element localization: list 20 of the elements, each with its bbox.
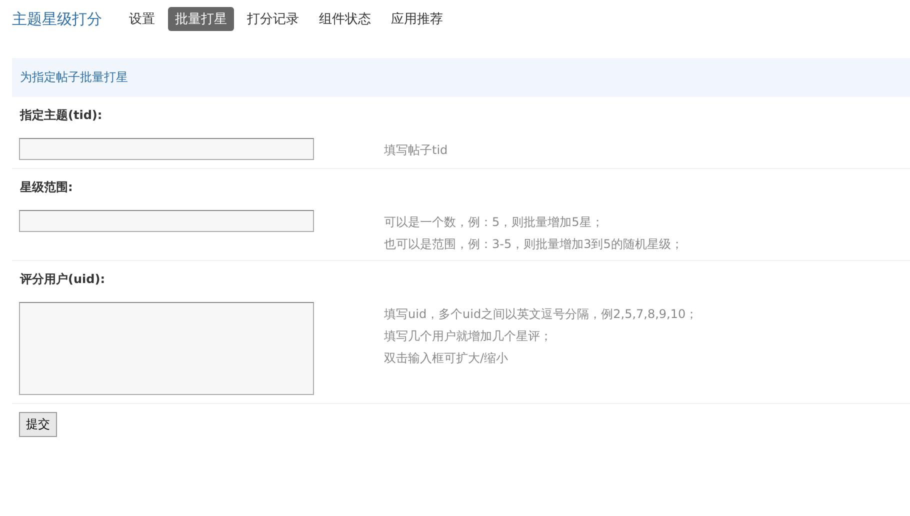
hint-text: 可以是一个数，例：5，则批量增加5星； [384, 214, 604, 230]
hint-text: 双击输入框可扩大/缩小 [384, 350, 510, 366]
input-field[interactable] [19, 302, 314, 395]
tab[interactable]: 组件状态 [312, 7, 378, 31]
field-label: 指定主题(tid): [20, 108, 102, 122]
submit-button[interactable]: 提交 [19, 412, 57, 437]
field-label: 评分用户(uid): [20, 272, 106, 286]
field-label: 星级范围: [20, 180, 73, 194]
hint-text: 填写uid，多个uid之间以英文逗号分隔，例2,5,7,8,9,10； [384, 306, 698, 322]
hint-text: 填写帖子tid [384, 142, 448, 158]
tab[interactable]: 打分记录 [240, 7, 306, 31]
section-title: 为指定帖子批量打星 [20, 69, 128, 86]
page-title: 主题星级打分 [12, 10, 102, 28]
tab[interactable]: 批量打星 [168, 7, 234, 31]
tab[interactable]: 应用推荐 [384, 7, 450, 31]
hint-text: 也可以是范围，例：3-5，则批量增加3到5的随机星级； [384, 236, 683, 252]
tab[interactable]: 设置 [122, 7, 162, 31]
input-field[interactable] [19, 210, 314, 232]
input-field[interactable] [19, 138, 314, 160]
hint-text: 填写几个用户就增加几个星评； [384, 328, 553, 344]
